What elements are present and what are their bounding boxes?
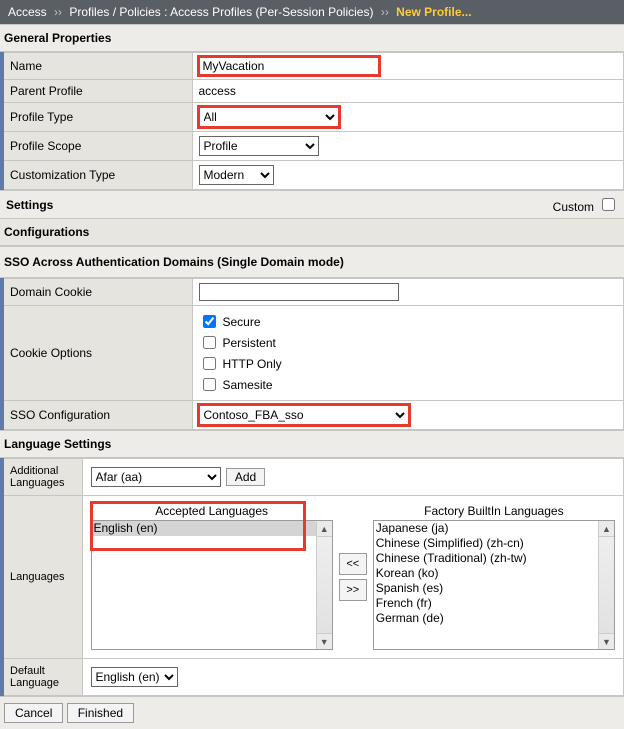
list-item[interactable]: Chinese (Simplified) (zh-cn) bbox=[374, 536, 598, 551]
list-item[interactable]: Chinese (Traditional) (zh-tw) bbox=[374, 551, 598, 566]
label-languages: Languages bbox=[2, 496, 82, 659]
breadcrumb-sep: ›› bbox=[381, 5, 389, 19]
breadcrumb-sep: ›› bbox=[54, 5, 62, 19]
samesite-label: Samesite bbox=[223, 378, 273, 392]
profile-type-select[interactable]: All bbox=[199, 107, 339, 127]
samesite-checkbox[interactable] bbox=[203, 378, 216, 391]
default-language-select[interactable]: English (en) bbox=[91, 667, 178, 687]
section-general-properties: General Properties bbox=[0, 24, 624, 52]
label-cookie-options: Cookie Options bbox=[2, 306, 192, 401]
section-language-settings: Language Settings bbox=[0, 430, 624, 458]
profile-scope-select[interactable]: Profile bbox=[199, 136, 319, 156]
list-item[interactable]: English (en) bbox=[92, 521, 316, 536]
sso-configuration-select[interactable]: Contoso_FBA_sso bbox=[199, 405, 409, 425]
list-item[interactable]: Japanese (ja) bbox=[374, 521, 598, 536]
scroll-up-icon[interactable]: ▲ bbox=[599, 521, 614, 537]
additional-languages-select[interactable]: Afar (aa) bbox=[91, 467, 221, 487]
scroll-down-icon[interactable]: ▼ bbox=[599, 633, 614, 649]
label-sso-configuration: SSO Configuration bbox=[2, 401, 192, 430]
domain-cookie-input[interactable] bbox=[199, 283, 399, 301]
secure-checkbox[interactable] bbox=[203, 315, 216, 328]
factory-languages-header: Factory BuiltIn Languages bbox=[373, 504, 615, 518]
cancel-button[interactable]: Cancel bbox=[4, 703, 63, 723]
section-settings: Settings Custom bbox=[0, 190, 624, 219]
section-sso: SSO Across Authentication Domains (Singl… bbox=[0, 246, 624, 278]
secure-label: Secure bbox=[223, 315, 261, 329]
breadcrumb-path[interactable]: Profiles / Policies : Access Profiles (P… bbox=[69, 5, 373, 19]
list-item[interactable]: Spanish (es) bbox=[374, 581, 598, 596]
breadcrumb: Access ›› Profiles / Policies : Access P… bbox=[0, 0, 624, 24]
name-input[interactable] bbox=[199, 57, 379, 75]
label-domain-cookie: Domain Cookie bbox=[2, 279, 192, 306]
label-profile-type: Profile Type bbox=[2, 103, 192, 132]
sso-table: Domain Cookie Cookie Options Secure Pers… bbox=[0, 278, 624, 430]
list-item[interactable]: French (fr) bbox=[374, 596, 598, 611]
value-parent-profile: access bbox=[192, 80, 624, 103]
move-right-button[interactable]: >> bbox=[339, 579, 367, 601]
persistent-label: Persistent bbox=[223, 336, 276, 350]
button-bar: Cancel Finished bbox=[0, 696, 624, 729]
finished-button[interactable]: Finished bbox=[67, 703, 134, 723]
label-additional-languages: Additional Languages bbox=[2, 459, 82, 496]
label-default-language: Default Language bbox=[2, 659, 82, 696]
scrollbar[interactable]: ▲ ▼ bbox=[598, 521, 614, 649]
list-item[interactable]: German (de) bbox=[374, 611, 598, 626]
breadcrumb-current: New Profile... bbox=[396, 5, 471, 19]
custom-label: Custom bbox=[553, 200, 594, 214]
label-parent-profile: Parent Profile bbox=[2, 80, 192, 103]
label-customization-type: Customization Type bbox=[2, 161, 192, 190]
httponly-checkbox[interactable] bbox=[203, 357, 216, 370]
persistent-checkbox[interactable] bbox=[203, 336, 216, 349]
accepted-languages-list[interactable]: English (en) bbox=[92, 521, 316, 649]
scroll-down-icon[interactable]: ▼ bbox=[317, 633, 332, 649]
move-left-button[interactable]: << bbox=[339, 553, 367, 575]
label-name: Name bbox=[2, 53, 192, 80]
customization-type-select[interactable]: Modern bbox=[199, 165, 274, 185]
scroll-up-icon[interactable]: ▲ bbox=[317, 521, 332, 537]
section-configurations: Configurations bbox=[0, 219, 624, 246]
accepted-languages-header: Accepted Languages bbox=[91, 504, 333, 518]
httponly-label: HTTP Only bbox=[223, 357, 282, 371]
list-item[interactable]: Korean (ko) bbox=[374, 566, 598, 581]
general-properties-table: Name Parent Profile access Profile Type … bbox=[0, 52, 624, 190]
label-profile-scope: Profile Scope bbox=[2, 132, 192, 161]
custom-checkbox[interactable] bbox=[602, 198, 615, 211]
add-language-button[interactable]: Add bbox=[226, 468, 265, 486]
language-settings-table: Additional Languages Afar (aa) Add Langu… bbox=[0, 458, 624, 696]
scrollbar[interactable]: ▲ ▼ bbox=[316, 521, 332, 649]
breadcrumb-root[interactable]: Access bbox=[8, 5, 47, 19]
factory-languages-list[interactable]: Japanese (ja)Chinese (Simplified) (zh-cn… bbox=[374, 521, 598, 649]
settings-title: Settings bbox=[6, 198, 53, 212]
